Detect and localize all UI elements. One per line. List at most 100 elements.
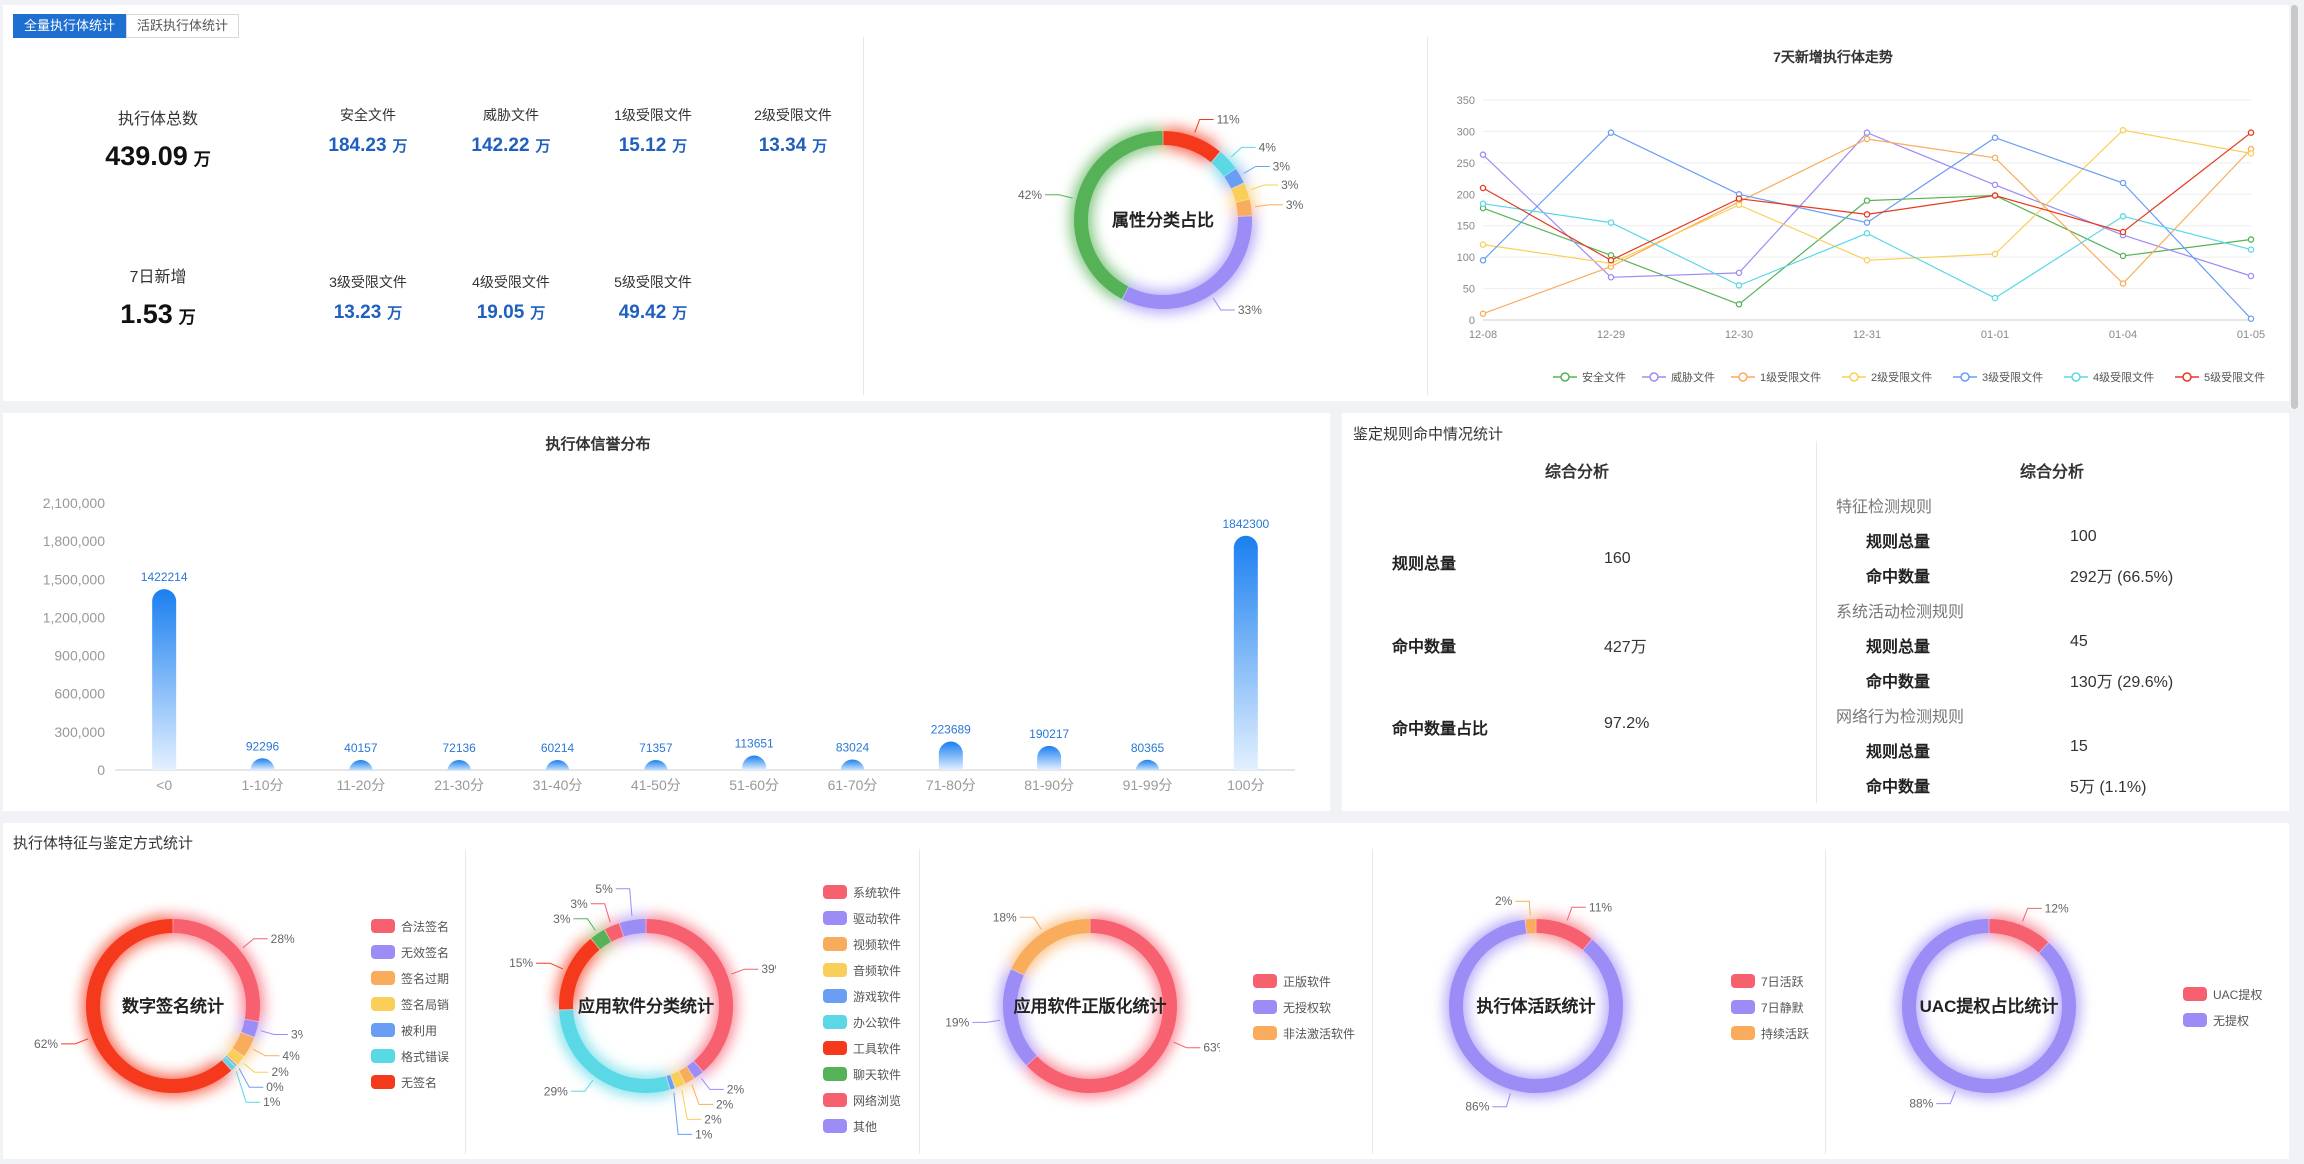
data-point[interactable] (1991, 181, 1999, 189)
legend-item[interactable]: 聊天软件 (823, 1061, 901, 1087)
donut-slice[interactable] (232, 1032, 254, 1057)
legend-item[interactable]: 7日静默 (1731, 994, 1809, 1020)
donut-slice[interactable] (1224, 168, 1244, 189)
data-point[interactable] (2119, 228, 2127, 236)
data-point[interactable] (1991, 250, 1999, 258)
legend-item[interactable]: 系统软件 (823, 879, 901, 905)
data-point[interactable] (2119, 126, 2127, 134)
legend-item[interactable]: 合法签名 (371, 913, 449, 939)
legend-item[interactable]: 驱动软件 (823, 905, 901, 931)
bar[interactable] (938, 741, 963, 770)
donut-slice[interactable] (1235, 199, 1252, 217)
legend-item[interactable]: 2级受限文件 (1842, 370, 1932, 384)
donut-slice[interactable] (670, 1071, 685, 1088)
data-point[interactable] (1607, 274, 1615, 281)
data-point[interactable] (2247, 129, 2255, 136)
data-point[interactable] (1479, 200, 1487, 207)
legend-item[interactable]: 4级受限文件 (2064, 370, 2154, 384)
data-point[interactable] (2119, 179, 2127, 187)
data-point[interactable] (1863, 219, 1871, 226)
tab-active-executables[interactable]: 活跃执行体统计 (126, 14, 240, 38)
data-point[interactable] (2247, 272, 2255, 280)
legend-item[interactable]: 无授权软 (1253, 994, 1355, 1020)
donut-slice[interactable] (241, 1019, 259, 1037)
data-point[interactable] (1863, 129, 1871, 136)
data-point[interactable] (1863, 197, 1871, 204)
legend-item[interactable]: 签名过期 (371, 965, 449, 991)
data-point[interactable] (1479, 257, 1487, 264)
data-point[interactable] (1735, 282, 1743, 289)
data-point[interactable] (1607, 257, 1615, 264)
data-point[interactable] (1479, 241, 1487, 248)
legend-item[interactable]: 持续活跃 (1731, 1020, 1809, 1046)
data-point[interactable] (2247, 315, 2255, 322)
data-point[interactable] (1479, 310, 1487, 317)
data-point[interactable] (1991, 154, 1999, 162)
legend-item[interactable]: 正版软件 (1253, 968, 1355, 994)
bar[interactable] (742, 755, 767, 770)
legend-item[interactable]: 无提权 (2183, 1007, 2262, 1033)
donut-slice[interactable] (222, 1057, 236, 1070)
data-point[interactable] (1863, 211, 1871, 218)
legend-item[interactable]: 网络浏览 (823, 1087, 901, 1113)
legend-item[interactable]: 无效签名 (371, 939, 449, 965)
donut-slice[interactable] (666, 1074, 675, 1090)
legend-item[interactable]: 工具软件 (823, 1035, 901, 1061)
donut-slice[interactable] (591, 929, 611, 950)
donut-slice[interactable] (226, 1048, 244, 1065)
donut-slice[interactable] (225, 1055, 237, 1067)
data-point[interactable] (1479, 184, 1487, 192)
bar[interactable] (250, 758, 275, 771)
data-point[interactable] (1991, 134, 1999, 141)
legend-item[interactable]: 3级受限文件 (1953, 370, 2043, 384)
legend-item[interactable]: 办公软件 (823, 1009, 901, 1035)
legend-item[interactable]: 音频软件 (823, 957, 901, 983)
data-point[interactable] (1607, 219, 1615, 226)
donut-slice[interactable] (604, 923, 624, 942)
legend-item[interactable]: 5级受限文件 (2175, 370, 2265, 384)
legend-item[interactable]: 威胁文件 (1642, 370, 1715, 384)
legend-item[interactable]: 格式错误 (371, 1043, 449, 1069)
data-point[interactable] (1735, 195, 1743, 202)
data-point[interactable] (2247, 236, 2255, 243)
legend-item[interactable]: 游戏软件 (823, 983, 901, 1009)
donut-slice[interactable] (686, 1061, 703, 1078)
data-point[interactable] (1607, 129, 1615, 136)
legend-item[interactable]: 1级受限文件 (1731, 370, 1821, 384)
data-point[interactable] (1735, 301, 1743, 308)
donut-slice[interactable] (679, 1066, 695, 1084)
data-point[interactable] (2119, 280, 2127, 287)
data-point[interactable] (2247, 246, 2255, 253)
legend-item[interactable]: 签名局销 (371, 991, 449, 1017)
bar[interactable] (1233, 535, 1258, 770)
donut-slice[interactable] (1231, 183, 1250, 203)
bar[interactable] (152, 589, 177, 770)
data-point[interactable] (1863, 257, 1871, 264)
legend-item[interactable]: UAC提权 (2183, 981, 2262, 1007)
data-point[interactable] (1735, 269, 1743, 277)
bar[interactable] (1135, 759, 1160, 772)
vertical-scrollbar[interactable] (2291, 5, 2298, 409)
data-point[interactable] (1479, 151, 1487, 158)
data-point[interactable] (1735, 201, 1743, 209)
donut-slice[interactable] (1011, 919, 1090, 975)
legend-item[interactable]: 其他 (823, 1113, 901, 1139)
legend-item[interactable]: 安全文件 (1553, 370, 1626, 384)
data-point[interactable] (1991, 192, 1999, 199)
bar[interactable] (1037, 745, 1062, 770)
bar[interactable] (840, 759, 865, 772)
legend-item[interactable]: 7日活跃 (1731, 968, 1809, 994)
legend-item[interactable]: 被利用 (371, 1017, 449, 1043)
legend-item[interactable]: 视频软件 (823, 931, 901, 957)
data-point[interactable] (2119, 213, 2127, 220)
donut-slice[interactable] (559, 1009, 670, 1093)
data-point[interactable] (1991, 294, 1999, 302)
data-point[interactable] (1863, 135, 1871, 143)
tab-all-executables[interactable]: 全量执行体统计 (13, 14, 127, 38)
data-point[interactable] (2119, 252, 2127, 260)
donut-slice[interactable] (619, 919, 646, 937)
data-point[interactable] (2247, 150, 2255, 157)
legend-item[interactable]: 无签名 (371, 1069, 449, 1095)
data-point[interactable] (1863, 230, 1871, 237)
donut-slice[interactable] (1525, 919, 1536, 934)
